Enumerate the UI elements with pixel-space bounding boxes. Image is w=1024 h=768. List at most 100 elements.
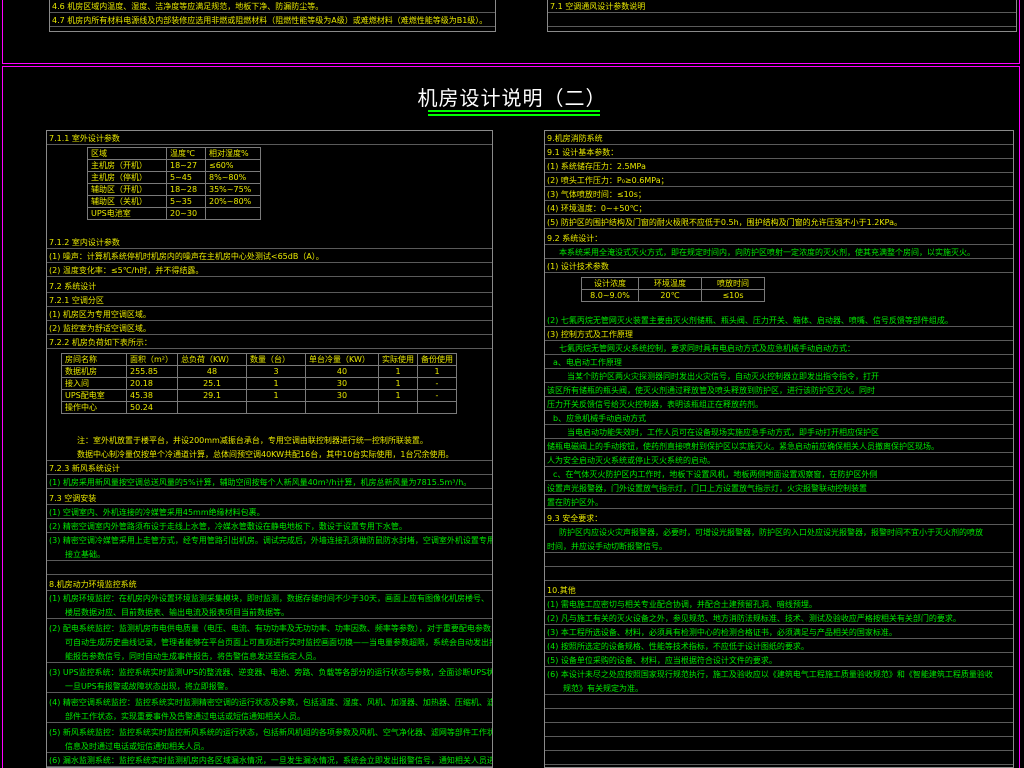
section-9-3-line-1: 防护区内应设火灾声报警器，必要时，可增设光报警器，防护区的入口处应设光报警器，报…	[559, 528, 983, 537]
section-7-1-2-item-1: (1) 噪声：计算机系统停机时机房内的噪声在主机房中心处测试<65dB（A）。	[47, 251, 492, 263]
section-7-3-item-1: (1) 空调室内、外机连接的冷媒管采用45mm绝缘材料包裹。	[47, 507, 492, 519]
section-8-item-4-cont: 部件工作状态，实现重要事件及告警通过电话或短信通知相关人员。	[47, 711, 492, 723]
section-10-item-1: (1) 需电施工应密切与相关专业配合协调，并配合土建预留孔洞、暗线预埋。	[545, 599, 1013, 611]
table-row: 操作中心 50.24	[61, 401, 457, 414]
section-7-2-3: 7.2.3 新风系统设计	[47, 463, 492, 475]
table-cell: 48	[177, 365, 247, 378]
section-7-2-3-item-1: (1) 机房采用新风量按空调总送风量的5%计算，辅助空间按每个人新风量40m³/…	[47, 477, 492, 489]
table-cell: 1	[246, 389, 306, 402]
col-header: 设计浓度	[581, 277, 639, 290]
load-table: 房间名称 面积（m²） 总负荷（KW） 数量（台） 单台冷量（KW） 实际使用 …	[61, 353, 457, 414]
section-8: 8.机房动力环境监控系统	[47, 579, 492, 591]
table-cell: 20℃	[638, 289, 702, 302]
section-7-3-item-2: (2) 精密空调室内外管路须布设于走线上水管，冷媒水管敷设在静电地板下，敷设于设…	[47, 521, 492, 533]
section-8-item-5: (5) 新风系统监控：监控系统实时监控新风系统的运行状态，包括新风机组的各项参数…	[49, 728, 492, 737]
title-underline-2	[428, 114, 600, 116]
section-9-2-item-2: (2) 七氟丙烷无管网灭火装置主要由灭火剂储瓶、瓶头阀、压力开关、箱体、启动器、…	[545, 315, 1013, 327]
table-cell: 1	[417, 365, 457, 378]
col-header: 总负荷（KW）	[177, 353, 247, 366]
section-9-2-a-line-2: 该区所有储瓶的瓶头阀，使灭火剂通过释放管及喷头释放到防护区，进行该防护区灭火。同…	[545, 385, 1013, 397]
section-7-3-item-3: (3) 精密空调冷媒管采用上走管方式，经专用管路引出机房。调试完成后，外墙连接孔…	[49, 536, 492, 545]
section-8-item-1: (1) 机房环境监控：在机房内外设置环境监测采集模块，即时监测，数据存储时间不少…	[49, 594, 490, 603]
section-8-item-3: (3) UPS监控系统：监控系统实时监测UPS的整流器、逆变器、电池、旁路、负载…	[49, 668, 492, 677]
section-9-1-item-4: (4) 环境温度：0~+50℃；	[545, 203, 1013, 215]
section-9-2-a-line-1: 当某个防护区两火灾探测器同时发出火灾信号，自动灭火控制器立即发出指令指令，打开	[545, 371, 1013, 383]
section-8-item-4: (4) 精密空调系统监控：监控系统实时监测精密空调的运行状态及参数，包括温度、湿…	[49, 698, 492, 707]
section-9-2-c-line-2: 置在防护区外。	[545, 497, 1013, 509]
table-cell: 29.1	[177, 389, 247, 402]
table-header-row: 区域 温度℃ 相对湿度%	[87, 147, 261, 160]
page-title: 机房设计说明（二）	[417, 86, 607, 110]
table-cell: 辅助区（关机）	[87, 195, 167, 208]
section-9-2: 9.2 系统设计：	[545, 233, 1013, 245]
table-row: 辅助区（开机） 18~28 35%~75%	[87, 183, 261, 196]
col-header: 区域	[87, 147, 167, 160]
table-cell: 8.0~9.0%	[581, 289, 639, 302]
table-cell: ≤60%	[205, 159, 261, 172]
section-9-3: 9.3 安全要求：	[545, 513, 1013, 525]
table-cell: 3	[246, 365, 306, 378]
section-9-1-item-5: (5) 防护区的围护结构及门窗的耐火极限不应低于0.5h，围护结构及门窗的允许压…	[545, 217, 1013, 229]
section-10: 10.其他	[545, 585, 1013, 597]
section-7-2-2: 7.2.2 机房负荷如下表所示：	[47, 337, 492, 349]
environment-table: 区域 温度℃ 相对湿度% 主机房（开机） 18~27 ≤60% 主机房（停机） 5~4…	[87, 147, 261, 220]
table-cell: -	[417, 377, 457, 390]
table-row: 8.0~9.0% 20℃ ≤10s	[581, 289, 765, 302]
section-8-item-2-cont-2: 能报告参数信号，同时自动生成事件报告，将告警信息发送至指定人员。	[47, 651, 492, 663]
table-row: 主机房（开机） 18~27 ≤60%	[87, 159, 261, 172]
section-9-2-a: a、电启动工作原理	[545, 357, 1013, 369]
col-header: 实际使用	[378, 353, 418, 366]
blank-row	[545, 711, 1013, 723]
section-7-3: 7.3 空调安装	[47, 493, 492, 505]
table-cell	[417, 401, 457, 414]
col-header: 温度℃	[166, 147, 206, 160]
load-note-2: 数据中心制冷量仅按单个冷通道计算，总体间预空调40KW共配16台，其中10台实际…	[47, 449, 492, 461]
load-note-1: 注：室外机放置于楼平台，并设200mm减振台承台，专用空调由联控制器进行统一控制…	[77, 436, 428, 445]
table-cell: 35%~75%	[205, 183, 261, 196]
section-9: 9.机房消防系统	[545, 133, 1013, 145]
section-9-1-item-2: (2) 喷头工作压力：P₀≥0.6MPa；	[545, 175, 1013, 187]
table-cell: 1	[246, 377, 306, 390]
col-header: 数量（台）	[246, 353, 306, 366]
section-9-2-item-3: (3) 控制方式及工作原理	[545, 329, 1013, 341]
table-cell: 18~28	[166, 183, 206, 196]
table-cell	[305, 401, 379, 414]
section-9-1: 9.1 设计基本参数：	[545, 147, 1013, 159]
blank-row	[545, 697, 1013, 709]
table-cell: 主机房（开机）	[87, 159, 167, 172]
section-9-2-b-line-1: 当电启动功能失效时，工作人员可在设备现场实施应急手动方式，即手动打开相应保护区	[545, 427, 1013, 439]
table-cell: 5~45	[166, 171, 206, 184]
col-header: 房间名称	[61, 353, 127, 366]
section-7-2-1-item-2: (2) 监控室为舒适空调区域。	[47, 323, 492, 335]
upper-left-line-2: 4.7 机房内所有材料电源线及内部装修应选用非燃或阻燃材料（阻燃性能等级为A级）…	[50, 15, 495, 27]
table-header-row: 设计浓度 环境温度 喷放时间	[581, 277, 765, 290]
table-cell	[378, 401, 418, 414]
section-9-1-item-3: (3) 气体喷放时间：≤10s；	[545, 189, 1013, 201]
section-10-item-2: (2) 凡与施工有关的灭火设备之外，参见规范、地方消防法规标准、技术、测试及验收…	[545, 613, 1013, 625]
table-row: 接入间 20.18 25.1 1 30 1-	[61, 377, 457, 390]
upper-right-panel: 7.1 空调通风设计参数说明	[547, 0, 1017, 32]
section-9-3-line-2: 时间，并应设手动切断报警信号。	[545, 541, 1013, 553]
section-10-item-6: (6) 本设计未尽之处应按照国家现行规范执行，施工及验收应以《建筑电气工程施工质…	[547, 670, 993, 679]
table-row: 主机房（停机） 5~45 8%~80%	[87, 171, 261, 184]
table-cell: 50.24	[126, 401, 178, 414]
section-10-item-3: (3) 本工程所选设备、材料，必须具有检测中心的检测合格证书，必须满足与产品相关…	[545, 627, 1013, 639]
section-7-2-1: 7.2.1 空调分区	[47, 295, 492, 307]
col-header: 相对湿度%	[205, 147, 261, 160]
section-9-2-item-1: (1) 设计技术参数	[545, 261, 1013, 273]
section-8-item-6: (6) 漏水监测系统：监控系统实时监测机房内各区域漏水情况，一旦发生漏水情况，系…	[47, 756, 492, 767]
table-cell: 5~35	[166, 195, 206, 208]
section-9-2-c: c、在气体灭火防护区内工作时，地板下设置风机，地板两侧地面设置观察窗，在防护区外…	[545, 469, 1013, 481]
table-cell: 数据机房	[61, 365, 127, 378]
section-8-item-3-cont: 一旦UPS有报警或故障状态出现，将立即报警。	[47, 681, 492, 693]
section-9-1-item-1: (1) 系统储存压力：2.5MPa	[545, 161, 1013, 173]
left-panel: 7.1.1 室外设计参数 区域 温度℃ 相对湿度% 主机房（开机） 18~27 ≤6…	[46, 130, 493, 768]
table-cell: 20%~80%	[205, 195, 261, 208]
col-header: 喷放时间	[701, 277, 765, 290]
table-cell: 18~27	[166, 159, 206, 172]
section-8-item-2: (2) 配电系统监控：监测机房市电供电质量（电压、电流、有功功率及无功功率、功率…	[49, 624, 492, 633]
table-cell: 1	[378, 377, 418, 390]
section-9-2-c-line-1: 设置声光报警器，门外设置放气指示灯，门口上方设置放气指示灯，火灾报警联动控制装置	[545, 483, 1013, 495]
upper-right-empty-row	[548, 15, 1016, 27]
table-cell: 40	[305, 365, 379, 378]
